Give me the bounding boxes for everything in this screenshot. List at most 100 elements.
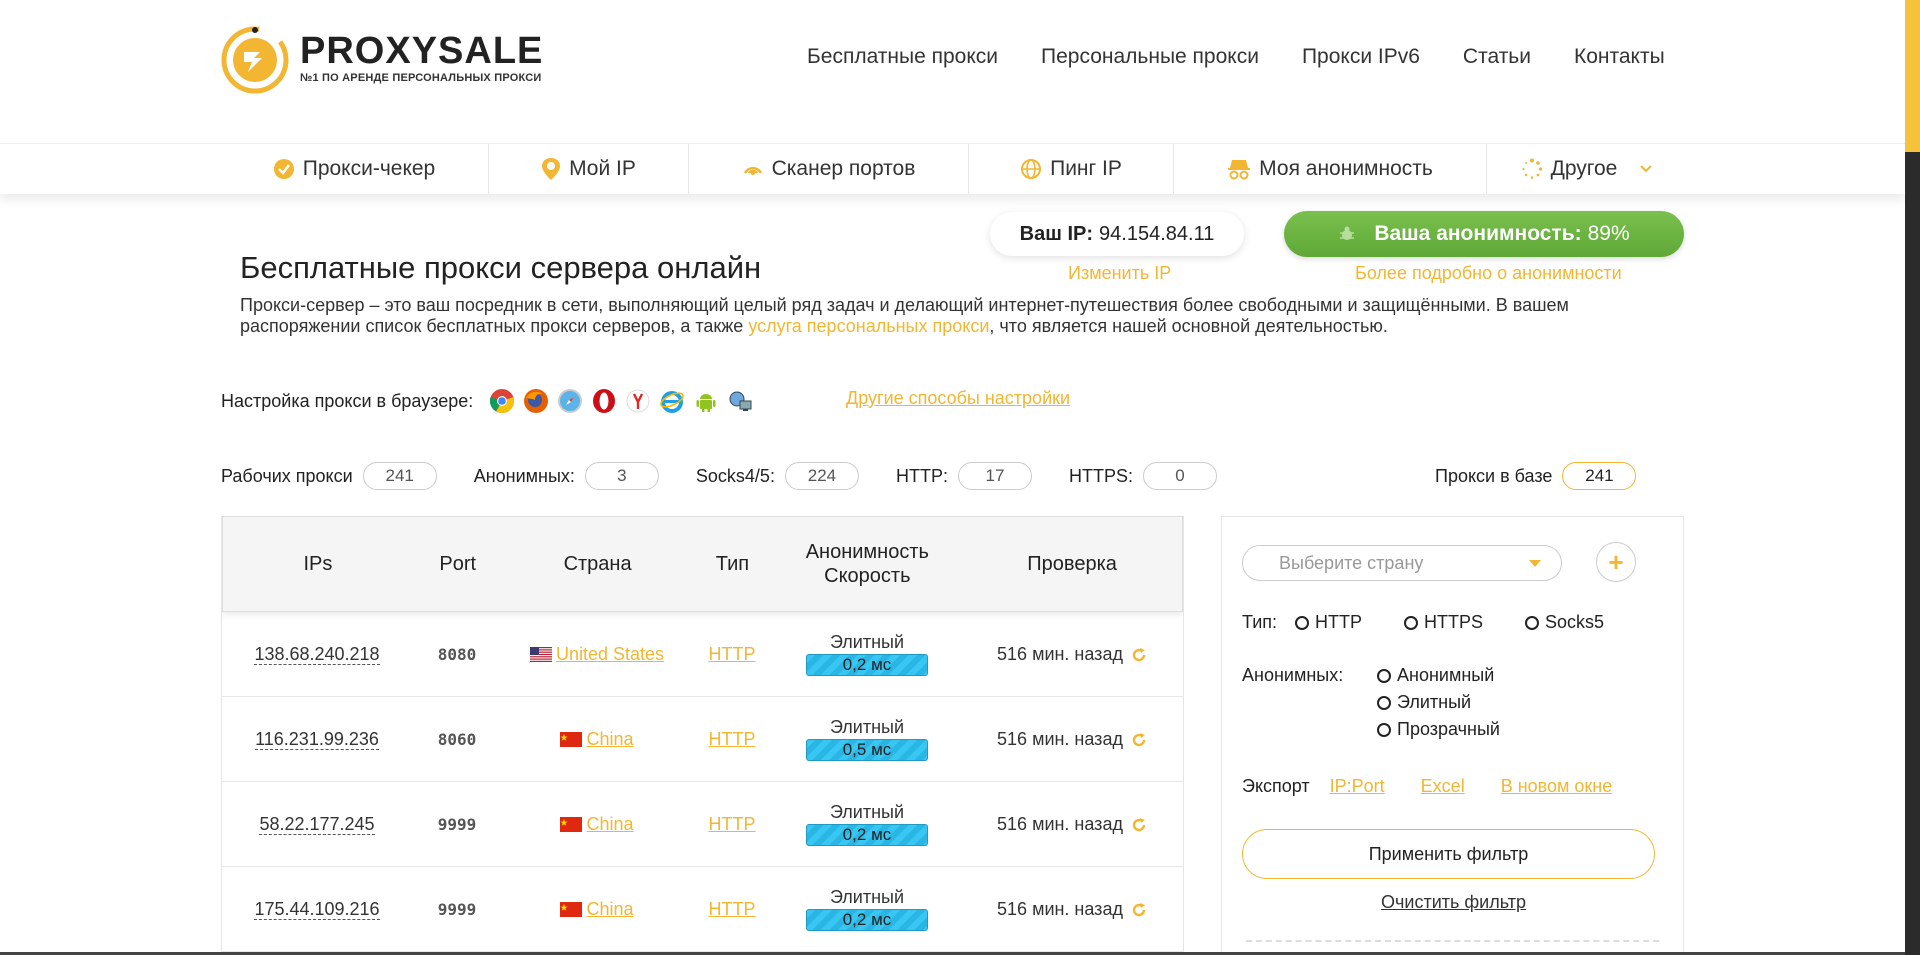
scrollbar-track: [1905, 152, 1920, 955]
country-link[interactable]: China: [586, 814, 633, 834]
stat-http: HTTP: 17: [896, 462, 1032, 490]
tool-ping-ip[interactable]: Пинг IP: [969, 144, 1174, 194]
type-https-radio[interactable]: HTTPS: [1404, 612, 1483, 633]
type-socks5-radio[interactable]: Socks5: [1525, 612, 1604, 633]
android-icon[interactable]: [693, 388, 719, 414]
anon-transparent-radio[interactable]: Прозрачный: [1377, 719, 1500, 740]
apply-filter-button[interactable]: Применить фильтр: [1242, 829, 1655, 879]
yandex-icon[interactable]: [625, 388, 651, 414]
table-row: 116.231.99.236 8060 China HTTP Элитный 0…: [222, 697, 1183, 782]
tool-other-dropdown[interactable]: Другое: [1487, 144, 1687, 194]
country-select[interactable]: Выберите страну: [1242, 545, 1562, 581]
page-scrollbar[interactable]: [1905, 0, 1920, 955]
stat-badge: 3: [584, 462, 659, 490]
anonymity-details-link[interactable]: Более подробно о анонимности: [1355, 263, 1622, 284]
safari-icon[interactable]: [557, 388, 583, 414]
intro-text-part2: , что является нашей основной деятельнос…: [989, 316, 1388, 336]
type-link[interactable]: HTTP: [709, 729, 756, 749]
ip-address[interactable]: 116.231.99.236: [255, 728, 379, 750]
your-ip-value: 94.154.84.11: [1099, 222, 1215, 245]
anonymity-pill[interactable]: Ваша анонимность: 89%: [1284, 211, 1684, 257]
ip-address[interactable]: 58.22.177.245: [259, 813, 375, 835]
stat-badge: 17: [957, 462, 1032, 490]
stat-in-database: Прокси в базе 241: [1435, 462, 1637, 490]
anonymity-level: Элитный: [829, 632, 905, 652]
cn-flag-icon: [560, 901, 583, 917]
radio-circle: [1295, 615, 1310, 630]
ip-address[interactable]: 175.44.109.216: [254, 898, 380, 920]
clear-filter-link[interactable]: Очистить фильтр: [1222, 892, 1685, 913]
type-http-radio[interactable]: HTTP: [1295, 612, 1362, 633]
nav-articles[interactable]: Статьи: [1463, 45, 1531, 69]
header-anonymity-speed[interactable]: Анонимность Скорость: [772, 540, 962, 588]
nav-ipv6-proxy[interactable]: Прокси IPv6: [1302, 45, 1420, 69]
ie-icon[interactable]: [659, 388, 685, 414]
header-ip[interactable]: IPs: [223, 552, 413, 576]
stat-anonymous: Анонимных: 3: [474, 462, 659, 490]
tool-my-ip[interactable]: Мой IP: [489, 144, 689, 194]
radio-label: Анонимный: [1397, 665, 1495, 685]
type-link[interactable]: HTTP: [709, 644, 756, 664]
other-setup-methods-link[interactable]: Другие способы настройки: [846, 388, 1070, 409]
speed-bar: 0,2 мс: [806, 909, 928, 931]
windows-network-icon[interactable]: [727, 388, 753, 414]
country-link[interactable]: China: [586, 899, 633, 919]
stat-https: HTTPS: 0: [1069, 462, 1217, 490]
add-country-button[interactable]: +: [1596, 542, 1636, 582]
country-link[interactable]: China: [586, 729, 633, 749]
logo[interactable]: PROXYSALE №1 ПО АРЕНДЕ ПЕРСОНАЛЬНЫХ ПРОК…: [220, 22, 543, 94]
speed-bar: 0,2 мс: [806, 654, 928, 676]
radio-label: Элитный: [1397, 692, 1472, 712]
radio-circle: [1404, 615, 1419, 630]
check-time: 516 мин. назад: [997, 898, 1123, 919]
anonymity-level: Элитный: [829, 802, 905, 822]
anonymity-filter: Анонимных: Анонимный Элитный Прозрачный: [1242, 665, 1500, 739]
tool-port-scanner[interactable]: Сканер портов: [689, 144, 969, 194]
country-select-placeholder: Выберите страну: [1279, 552, 1424, 573]
proxy-table: IPs Port Страна Тип Анонимность Скорость…: [221, 516, 1184, 955]
anon-elite-radio[interactable]: Элитный: [1377, 692, 1500, 713]
refresh-icon[interactable]: [1131, 902, 1147, 918]
scrollbar-thumb[interactable]: [1905, 0, 1920, 152]
refresh-icon[interactable]: [1131, 732, 1147, 748]
anon-anonymous-radio[interactable]: Анонимный: [1377, 665, 1500, 686]
header-check[interactable]: Проверка: [962, 552, 1182, 576]
table-row: 175.44.109.216 9999 China HTTP Элитный 0…: [222, 867, 1183, 952]
type-link[interactable]: HTTP: [709, 899, 756, 919]
refresh-icon[interactable]: [1131, 647, 1147, 663]
stats-row: Рабочих прокси 241 Анонимных: 3 Socks4/5…: [221, 462, 1254, 490]
country-link[interactable]: United States: [556, 644, 664, 664]
header-type[interactable]: Тип: [693, 552, 773, 576]
tool-label: Моя анонимность: [1259, 157, 1433, 180]
firefox-icon[interactable]: [523, 388, 549, 414]
chrome-icon[interactable]: [489, 388, 515, 414]
radio-circle: [1377, 695, 1391, 710]
export-ip-port-link[interactable]: IP:Port: [1330, 776, 1385, 797]
tool-label: Мой IP: [569, 157, 636, 180]
header-country[interactable]: Страна: [503, 552, 693, 576]
header-port[interactable]: Port: [413, 552, 503, 576]
nav-free-proxy[interactable]: Бесплатные прокси: [807, 45, 998, 69]
tool-label: Пинг IP: [1050, 157, 1122, 180]
stat-working: Рабочих прокси 241: [221, 462, 437, 490]
export-new-window-link[interactable]: В новом окне: [1501, 776, 1613, 797]
personal-proxy-service-link[interactable]: услуга персональных прокси: [748, 316, 989, 336]
anonymity-value: 89%: [1587, 222, 1630, 245]
tool-my-anonymity[interactable]: Моя анонимность: [1174, 144, 1487, 194]
stat-label: Socks4/5:: [695, 465, 775, 486]
export-excel-link[interactable]: Excel: [1421, 776, 1465, 797]
nav-contacts[interactable]: Контакты: [1574, 45, 1665, 69]
speed-bar: 0,2 мс: [806, 824, 928, 846]
check-time: 516 мин. назад: [997, 813, 1123, 834]
stat-badge: 241: [362, 462, 437, 490]
change-ip-link[interactable]: Изменить IP: [1068, 263, 1171, 284]
nav-personal-proxy[interactable]: Персональные прокси: [1041, 45, 1259, 69]
opera-icon[interactable]: [591, 388, 617, 414]
tool-proxy-checker[interactable]: Прокси-чекер: [220, 144, 489, 194]
incognito-icon: [1228, 160, 1251, 180]
type-link[interactable]: HTTP: [709, 814, 756, 834]
refresh-icon[interactable]: [1131, 817, 1147, 833]
stat-badge: 224: [784, 462, 859, 490]
tools-nav: Прокси-чекер Мой IP Сканер портов Пинг I…: [220, 144, 1687, 194]
ip-address[interactable]: 138.68.240.218: [254, 643, 380, 665]
